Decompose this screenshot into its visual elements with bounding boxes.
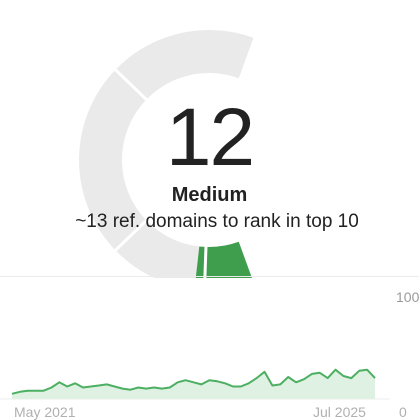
trend-chart	[0, 368, 390, 400]
y-axis-max-label: 100	[396, 289, 419, 305]
difficulty-hint: ~13 ref. domains to rank in top 10	[75, 211, 359, 232]
difficulty-score: 12	[165, 92, 255, 183]
difficulty-level: Medium	[171, 184, 248, 206]
section-divider	[0, 276, 419, 277]
gauge-separator-1	[203, 244, 208, 278]
gauge-fill	[195, 241, 252, 278]
